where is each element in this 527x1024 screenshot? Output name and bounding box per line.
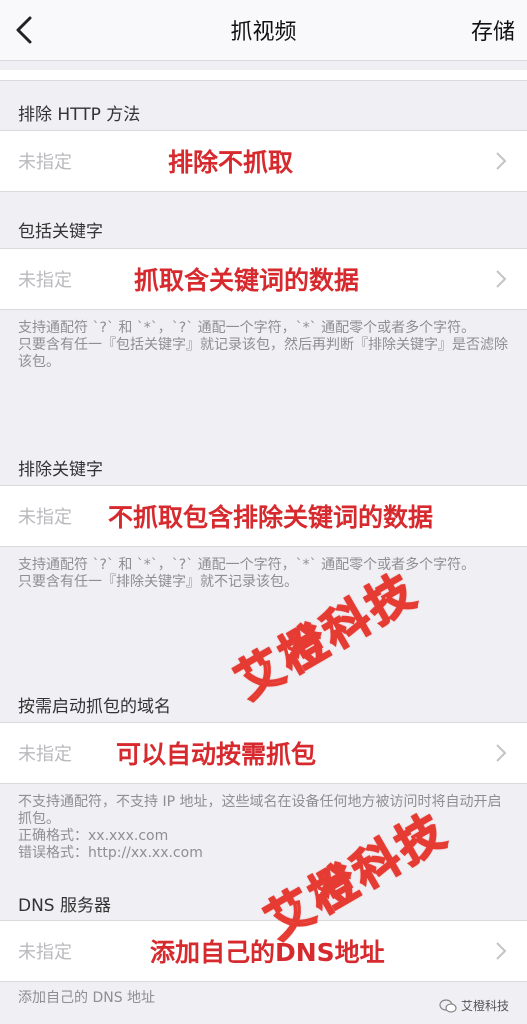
include-keywords-note: 支持通配符 `?` 和 `*`，`?` 通配一个字符，`*` 通配零个或者多个字… — [18, 320, 508, 370]
section-header-include-keywords: 包括关键字 — [18, 222, 103, 242]
chevron-right-icon — [496, 152, 507, 170]
annotation-label: 抓取含关键词的数据 — [134, 266, 360, 295]
cell-placeholder: 未指定 — [18, 744, 72, 765]
dns-server-cell[interactable]: 未指定 添加自己的DNS地址 — [0, 920, 527, 982]
footer-brand: 艾橙科技 — [439, 997, 509, 1014]
footer-brand-label: 艾橙科技 — [460, 999, 509, 1013]
exclude-keywords-note: 支持通配符 `?` 和 `*`，`?` 通配一个字符，`*` 通配零个或者多个字… — [18, 557, 476, 590]
cell-placeholder: 未指定 — [18, 507, 72, 528]
chevron-right-icon — [496, 744, 507, 762]
chevron-right-icon — [496, 270, 507, 288]
auto-capture-domains-cell[interactable]: 未指定 可以自动按需抓包 — [0, 722, 527, 784]
exclude-keywords-cell[interactable]: 未指定 不抓取包含排除关键词的数据 — [0, 485, 527, 547]
include-keywords-cell[interactable]: 未指定 抓取含关键词的数据 — [0, 248, 527, 310]
exclude-http-method-cell[interactable]: 未指定 排除不抓取 — [0, 130, 527, 192]
page-title: 抓视频 — [230, 20, 297, 45]
chevron-right-icon — [496, 942, 507, 960]
cell-placeholder: 未指定 — [18, 942, 72, 963]
wechat-icon — [439, 998, 457, 1013]
cell-placeholder: 未指定 — [18, 270, 72, 291]
section-header-auto-capture-domains: 按需启动抓包的域名 — [18, 697, 171, 717]
save-button[interactable]: 存储 — [471, 14, 515, 46]
annotation-label: 排除不抓取 — [168, 148, 294, 177]
top-cell-strip — [0, 70, 527, 81]
annotation-label: 可以自动按需抓包 — [116, 740, 317, 769]
section-header-exclude-keywords: 排除关键字 — [18, 460, 103, 480]
navigation-bar: 抓视频 存储 — [0, 0, 527, 61]
section-header-dns-server: DNS 服务器 — [18, 896, 112, 916]
annotation-label: 添加自己的DNS地址 — [150, 938, 385, 967]
cell-placeholder: 未指定 — [18, 152, 72, 173]
annotation-label: 不抓取包含排除关键词的数据 — [108, 503, 434, 532]
section-header-exclude-http: 排除 HTTP 方法 — [18, 105, 141, 125]
